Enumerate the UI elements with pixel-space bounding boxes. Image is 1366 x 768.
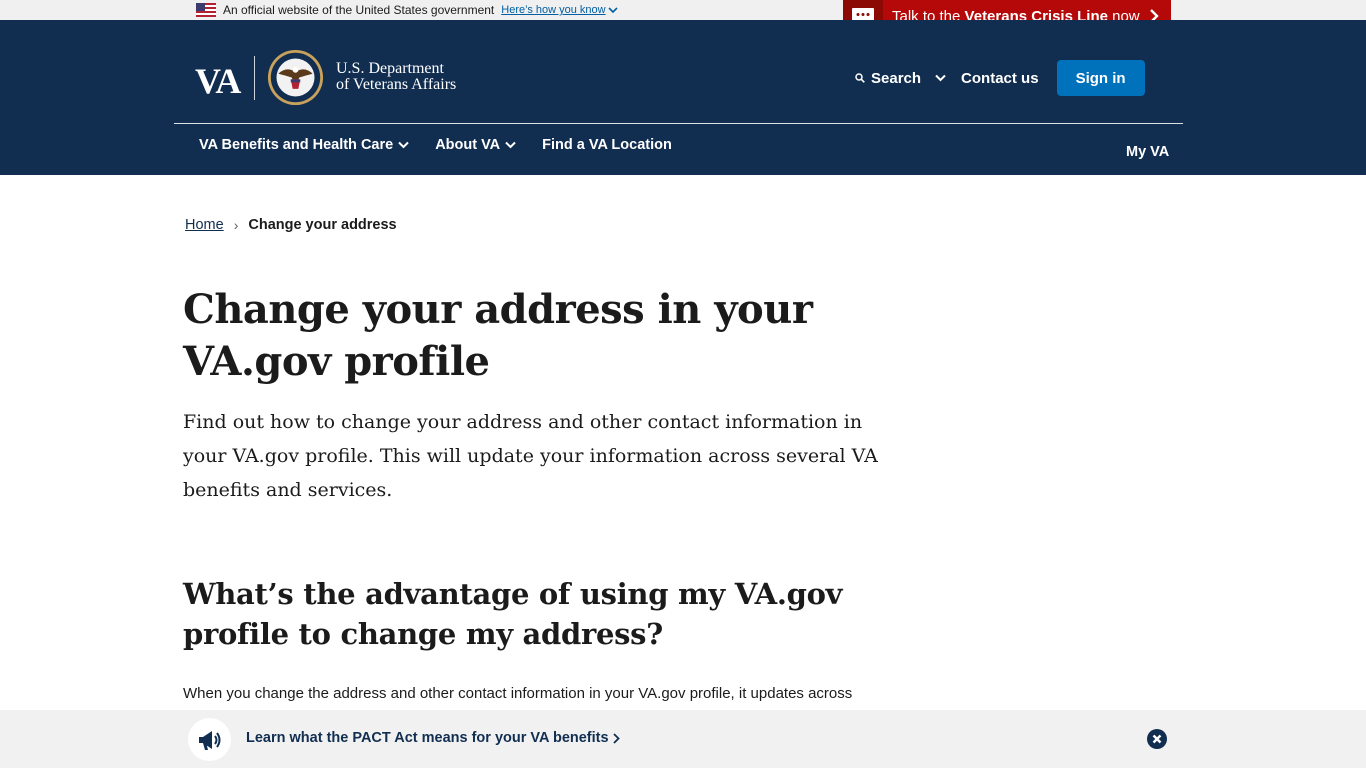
heres-how-you-know-label: Here’s how you know	[501, 4, 606, 16]
logo-divider	[254, 56, 255, 100]
search-button[interactable]: Search	[855, 70, 921, 87]
megaphone-icon	[198, 730, 220, 750]
breadcrumb-current: Change your address	[248, 217, 397, 233]
nav-item-my-va[interactable]: My VA	[1126, 144, 1169, 160]
breadcrumb: Home › Change your address	[185, 217, 397, 233]
chevron-down-icon	[608, 7, 618, 14]
nav-item-find-location[interactable]: Find a VA Location	[542, 137, 672, 153]
va-logo[interactable]: VA	[195, 60, 241, 102]
page-title: Change your address in your VA.gov profi…	[183, 286, 813, 385]
pact-act-link-label: Learn what the PACT Act means for your V…	[246, 730, 609, 746]
department-name: U.S. Department of Veterans Affairs	[336, 61, 456, 93]
chevron-right-icon	[612, 732, 620, 744]
breadcrumb-separator: ›	[233, 217, 239, 233]
intro-text: Find out how to change your address and …	[183, 411, 878, 501]
chevron-down-icon[interactable]	[935, 74, 946, 82]
promo-icon-circle	[188, 718, 231, 761]
chevron-down-icon	[505, 141, 516, 149]
nav-item-about-label: About VA	[435, 137, 501, 153]
close-icon[interactable]	[1147, 729, 1167, 749]
site-header: VA U.S. Department of Veterans Affairs S…	[0, 20, 1366, 175]
nav-item-find-location-label: Find a VA Location	[542, 137, 672, 153]
promo-banner: Learn what the PACT Act means for your V…	[0, 710, 1366, 768]
chevron-down-icon	[398, 141, 409, 149]
gov-banner-content: An official website of the United States…	[196, 2, 618, 18]
body-text: When you change the address and other co…	[183, 685, 853, 702]
us-flag-icon	[196, 3, 216, 17]
va-seal-icon	[267, 49, 324, 106]
dept-line-1: U.S. Department	[336, 60, 444, 77]
gov-banner-text: An official website of the United States…	[223, 3, 495, 17]
nav-item-benefits-label: VA Benefits and Health Care	[199, 137, 394, 153]
nav-item-about[interactable]: About VA	[435, 137, 516, 153]
dept-line-2: of Veterans Affairs	[336, 76, 457, 93]
search-icon	[855, 73, 865, 83]
section-heading: What’s the advantage of using my VA.gov …	[183, 577, 843, 651]
main-nav: VA Benefits and Health Care About VA Fin…	[199, 137, 698, 153]
pact-act-link[interactable]: Learn what the PACT Act means for your V…	[246, 730, 620, 746]
contact-us-link[interactable]: Contact us	[961, 70, 1039, 87]
header-divider	[174, 123, 1183, 124]
header-actions: Search Contact us Sign in	[855, 60, 1145, 96]
breadcrumb-home-link[interactable]: Home	[185, 217, 224, 233]
nav-item-benefits[interactable]: VA Benefits and Health Care	[199, 137, 409, 153]
heres-how-you-know-link[interactable]: Here’s how you know	[501, 4, 618, 16]
sign-in-button[interactable]: Sign in	[1056, 60, 1145, 96]
search-label: Search	[871, 69, 922, 87]
